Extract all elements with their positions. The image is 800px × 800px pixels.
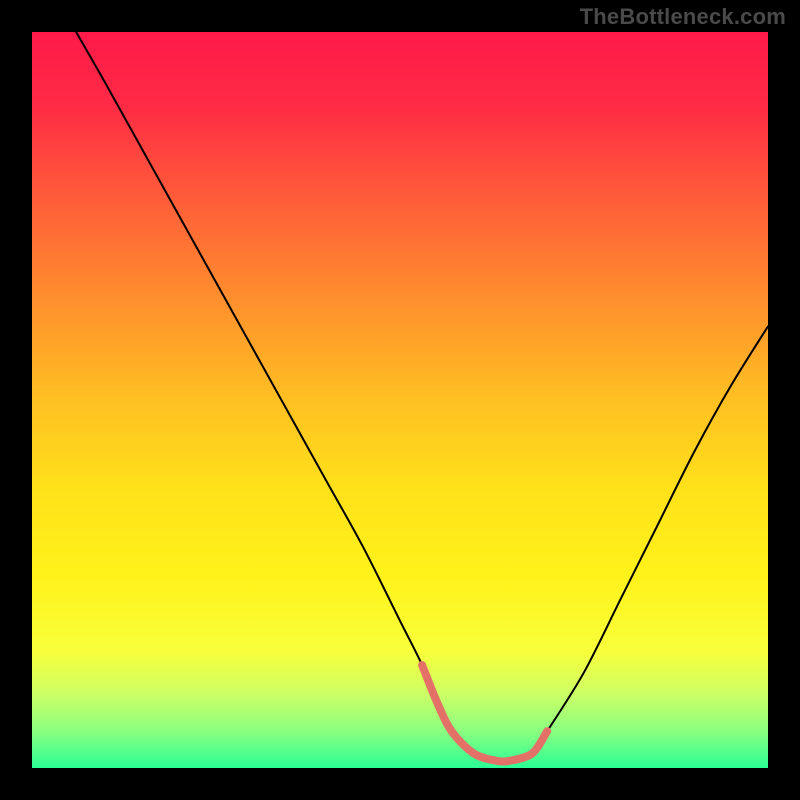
chart-svg	[32, 32, 768, 768]
chart-plot-area	[32, 32, 768, 768]
chart-frame: TheBottleneck.com	[0, 0, 800, 800]
watermark-text: TheBottleneck.com	[580, 4, 786, 30]
gradient-background	[32, 32, 768, 768]
